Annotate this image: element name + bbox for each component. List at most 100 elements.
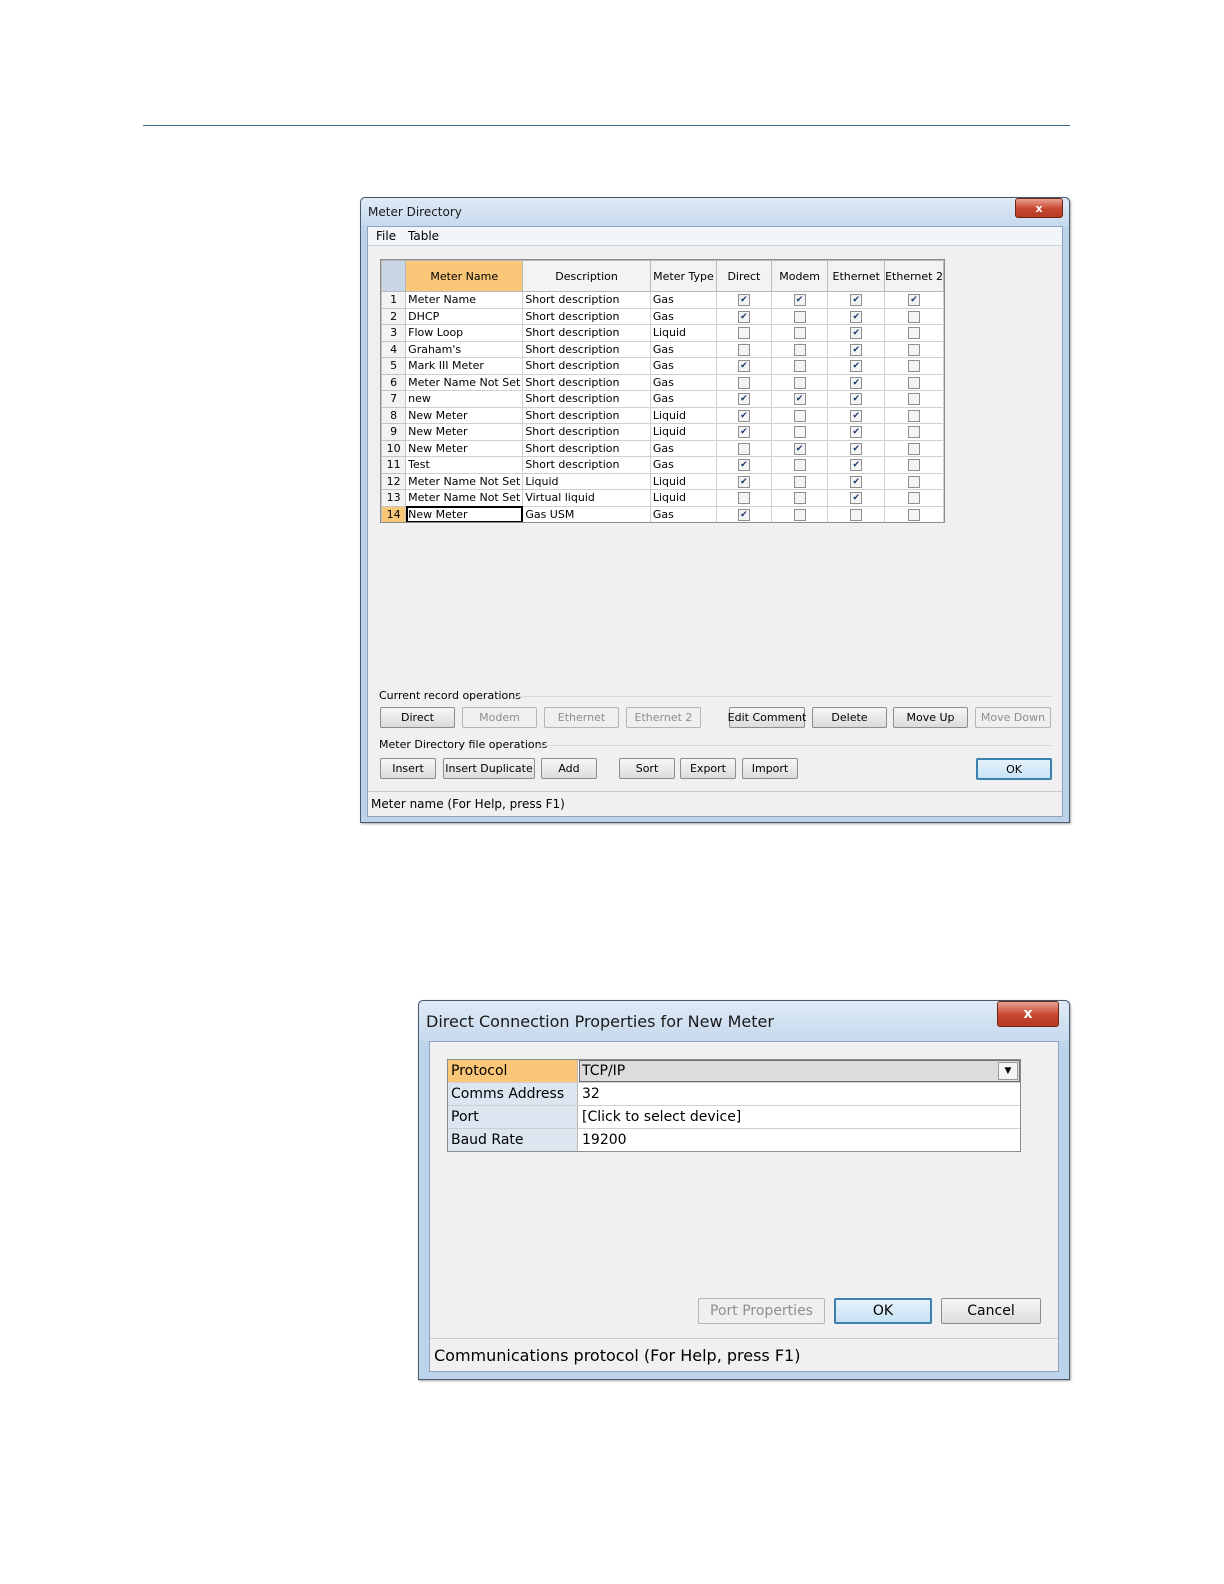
property-row-baud-rate[interactable]: Baud Rate 19200 — [448, 1129, 1020, 1151]
checkbox-unchecked-icon[interactable] — [737, 376, 750, 389]
checkbox-unchecked-icon[interactable] — [793, 327, 806, 340]
checkbox-checked-icon[interactable]: ✔ — [850, 475, 863, 488]
col-direct[interactable]: Direct — [716, 260, 772, 292]
meter-type-cell[interactable]: Gas — [649, 373, 718, 391]
direct-checkbox-cell[interactable]: ✔ — [716, 307, 772, 325]
checkbox-checked-icon[interactable]: ✔ — [850, 409, 863, 422]
direct-checkbox-cell[interactable]: ✔ — [716, 472, 772, 490]
col-ethernet[interactable]: Ethernet — [827, 260, 886, 292]
checkbox-unchecked-icon[interactable] — [793, 475, 806, 488]
table-row[interactable]: 4 Graham's Short description Gas ✔ — [381, 340, 944, 358]
checkbox-checked-icon[interactable]: ✔ — [850, 442, 863, 455]
ethernet-button[interactable]: Ethernet — [544, 707, 619, 728]
checkbox-checked-icon[interactable]: ✔ — [850, 426, 863, 439]
row-number[interactable]: 11 — [381, 456, 407, 474]
checkbox-checked-icon[interactable]: ✔ — [737, 294, 750, 307]
row-number[interactable]: 3 — [381, 324, 407, 342]
modem-checkbox-cell[interactable] — [770, 456, 829, 474]
modem-checkbox-cell[interactable] — [770, 307, 829, 325]
move-down-button[interactable]: Move Down — [975, 707, 1051, 728]
direct-checkbox-cell[interactable] — [716, 340, 772, 358]
meter-name-cell[interactable]: Mark III Meter — [405, 357, 524, 375]
checkbox-unchecked-icon[interactable] — [908, 426, 921, 439]
description-cell[interactable]: Short description — [522, 291, 651, 309]
ethernet-checkbox-cell[interactable]: ✔ — [827, 340, 886, 358]
sort-button[interactable]: Sort — [619, 758, 675, 779]
meter-type-cell[interactable]: Gas — [649, 307, 718, 325]
checkbox-unchecked-icon[interactable] — [908, 393, 921, 406]
meter-name-cell[interactable]: Graham's — [405, 340, 524, 358]
ethernet2-checkbox-cell[interactable] — [884, 439, 944, 457]
checkbox-unchecked-icon[interactable] — [793, 343, 806, 356]
table-row[interactable]: 3 Flow Loop Short description Liquid ✔ — [381, 324, 944, 342]
description-cell[interactable]: Short description — [522, 456, 651, 474]
ethernet2-checkbox-cell[interactable] — [884, 472, 944, 490]
port-properties-button[interactable]: Port Properties — [698, 1298, 825, 1324]
ethernet2-checkbox-cell[interactable] — [884, 406, 944, 424]
meter-type-cell[interactable]: Liquid — [649, 472, 718, 490]
baud-rate-field[interactable]: 19200 — [582, 1129, 1020, 1151]
checkbox-unchecked-icon[interactable] — [850, 508, 863, 521]
modem-checkbox-cell[interactable] — [770, 423, 829, 441]
meter-name-cell[interactable]: new — [405, 390, 524, 408]
checkbox-unchecked-icon[interactable] — [908, 310, 921, 323]
ethernet2-checkbox-cell[interactable] — [884, 357, 944, 375]
checkbox-unchecked-icon[interactable] — [908, 442, 921, 455]
direct-checkbox-cell[interactable]: ✔ — [716, 291, 772, 309]
meter-name-cell[interactable]: Test — [405, 456, 524, 474]
description-cell[interactable]: Short description — [522, 406, 651, 424]
checkbox-unchecked-icon[interactable] — [908, 409, 921, 422]
checkbox-checked-icon[interactable]: ✔ — [850, 360, 863, 373]
move-up-button[interactable]: Move Up — [893, 707, 968, 728]
insert-button[interactable]: Insert — [380, 758, 436, 779]
description-cell[interactable]: Short description — [522, 373, 651, 391]
checkbox-checked-icon[interactable]: ✔ — [737, 409, 750, 422]
row-number[interactable]: 4 — [381, 340, 407, 358]
row-number[interactable]: 10 — [381, 439, 407, 457]
meter-name-cell[interactable]: Meter Name Not Set — [405, 472, 524, 490]
modem-checkbox-cell[interactable]: ✔ — [770, 291, 829, 309]
direct-button[interactable]: Direct — [380, 707, 455, 728]
close-button[interactable]: x — [1015, 198, 1063, 218]
ethernet-checkbox-cell[interactable]: ✔ — [827, 456, 886, 474]
checkbox-unchecked-icon[interactable] — [908, 475, 921, 488]
modem-checkbox-cell[interactable] — [770, 373, 829, 391]
property-row-port[interactable]: Port [Click to select device] — [448, 1106, 1020, 1129]
direct-checkbox-cell[interactable] — [716, 489, 772, 507]
menu-file[interactable]: File — [376, 229, 396, 243]
meter-name-cell[interactable]: New Meter — [405, 439, 524, 457]
checkbox-checked-icon[interactable]: ✔ — [737, 310, 750, 323]
table-row[interactable]: 8 New Meter Short description Liquid ✔ ✔ — [381, 406, 944, 424]
table-row[interactable]: 5 Mark III Meter Short description Gas ✔ ✔ — [381, 357, 944, 375]
ok-button[interactable]: OK — [976, 758, 1052, 780]
property-row-comms-address[interactable]: Comms Address 32 — [448, 1083, 1020, 1106]
property-row-protocol[interactable]: Protocol TCP/IP ▼ — [448, 1060, 1020, 1083]
meter-name-cell[interactable]: New Meter — [405, 406, 524, 424]
checkbox-unchecked-icon[interactable] — [737, 327, 750, 340]
description-cell[interactable]: Short description — [522, 439, 651, 457]
ethernet2-checkbox-cell[interactable] — [884, 489, 944, 507]
meter-name-cell[interactable]: Meter Name — [405, 291, 524, 309]
add-button[interactable]: Add — [541, 758, 597, 779]
ok-button[interactable]: OK — [834, 1298, 932, 1324]
modem-checkbox-cell[interactable]: ✔ — [770, 439, 829, 457]
checkbox-checked-icon[interactable]: ✔ — [850, 459, 863, 472]
property-grid[interactable]: Protocol TCP/IP ▼ Comms Address 32 Port … — [447, 1059, 1021, 1152]
checkbox-checked-icon[interactable]: ✔ — [850, 327, 863, 340]
ethernet2-checkbox-cell[interactable] — [884, 373, 944, 391]
menu-table[interactable]: Table — [408, 229, 439, 243]
comms-address-field[interactable]: 32 — [582, 1083, 1020, 1105]
direct-checkbox-cell[interactable]: ✔ — [716, 456, 772, 474]
description-cell[interactable]: Short description — [522, 324, 651, 342]
ethernet-checkbox-cell[interactable]: ✔ — [827, 423, 886, 441]
description-cell[interactable]: Gas USM — [522, 505, 651, 522]
insert-duplicate-button[interactable]: Insert Duplicate — [443, 758, 535, 779]
dropdown-arrow-icon[interactable]: ▼ — [998, 1062, 1018, 1080]
checkbox-checked-icon[interactable]: ✔ — [850, 492, 863, 505]
meter-type-cell[interactable]: Liquid — [649, 324, 718, 342]
direct-checkbox-cell[interactable]: ✔ — [716, 505, 772, 522]
checkbox-unchecked-icon[interactable] — [793, 426, 806, 439]
col-meter-name[interactable]: Meter Name — [405, 260, 524, 292]
meter-grid[interactable]: Meter Name Description Meter Type Direct… — [380, 259, 945, 523]
ethernet-checkbox-cell[interactable]: ✔ — [827, 357, 886, 375]
